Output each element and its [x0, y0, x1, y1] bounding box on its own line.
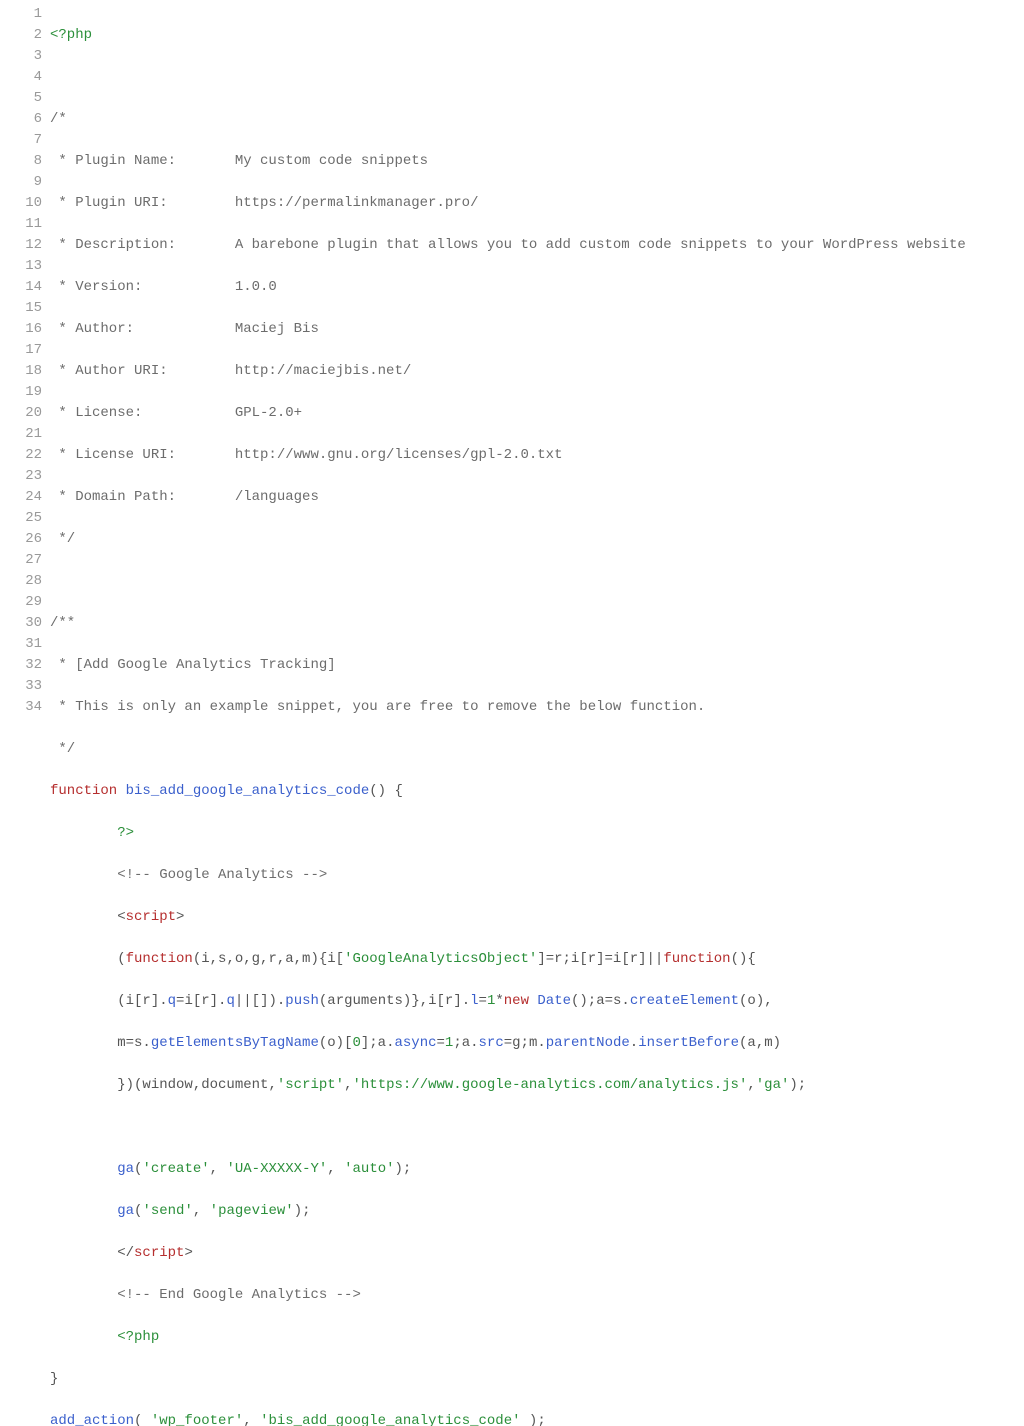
line-number: 25: [8, 508, 42, 529]
code-line: ​: [50, 67, 1024, 88]
line-number: 21: [8, 424, 42, 445]
line-number: 19: [8, 382, 42, 403]
line-number: 8: [8, 151, 42, 172]
code-line: ?>: [50, 823, 1024, 844]
code-line: * Author: Maciej Bis: [50, 319, 1024, 340]
line-number: 17: [8, 340, 42, 361]
line-number: 28: [8, 571, 42, 592]
line-number: 3: [8, 46, 42, 67]
line-number: 23: [8, 466, 42, 487]
code-line: * License URI: http://www.gnu.org/licens…: [50, 445, 1024, 466]
line-number: 30: [8, 613, 42, 634]
line-number: 7: [8, 130, 42, 151]
code-line: /**: [50, 613, 1024, 634]
line-number: 27: [8, 550, 42, 571]
code-editor: 1 2 3 4 5 6 7 8 9 10 11 12 13 14 15 16 1…: [0, 0, 1024, 1426]
line-number: 32: [8, 655, 42, 676]
line-number: 34: [8, 697, 42, 718]
line-number: 11: [8, 214, 42, 235]
line-number: 2: [8, 25, 42, 46]
line-number: 6: [8, 109, 42, 130]
code-line: }: [50, 1369, 1024, 1390]
line-number: 20: [8, 403, 42, 424]
line-number: 24: [8, 487, 42, 508]
code-line: })(window,document,'script','https://www…: [50, 1075, 1024, 1096]
code-line: ga('send', 'pageview');: [50, 1201, 1024, 1222]
line-number: 14: [8, 277, 42, 298]
line-number: 31: [8, 634, 42, 655]
line-number: 4: [8, 67, 42, 88]
code-line: * [Add Google Analytics Tracking]: [50, 655, 1024, 676]
code-line: function bis_add_google_analytics_code()…: [50, 781, 1024, 802]
code-line: * Description: A barebone plugin that al…: [50, 235, 1024, 256]
line-number: 29: [8, 592, 42, 613]
code-line: ga('create', 'UA-XXXXX-Y', 'auto');: [50, 1159, 1024, 1180]
code-line: */: [50, 739, 1024, 760]
code-line: ​: [50, 1117, 1024, 1138]
line-number: 33: [8, 676, 42, 697]
code-line: * Plugin Name: My custom code snippets: [50, 151, 1024, 172]
line-number-gutter: 1 2 3 4 5 6 7 8 9 10 11 12 13 14 15 16 1…: [0, 4, 50, 1426]
code-line: <?php: [50, 25, 1024, 46]
code-line: * Author URI: http://maciejbis.net/: [50, 361, 1024, 382]
code-line: * Domain Path: /languages: [50, 487, 1024, 508]
code-line: add_action( 'wp_footer', 'bis_add_google…: [50, 1411, 1024, 1426]
line-number: 15: [8, 298, 42, 319]
line-number: 12: [8, 235, 42, 256]
line-number: 1: [8, 4, 42, 25]
code-line: * This is only an example snippet, you a…: [50, 697, 1024, 718]
code-line: * Version: 1.0.0: [50, 277, 1024, 298]
code-area[interactable]: <?php ​ /* * Plugin Name: My custom code…: [50, 4, 1024, 1426]
code-line: <?php: [50, 1327, 1024, 1348]
php-open-tag: <?php: [50, 27, 92, 43]
line-number: 26: [8, 529, 42, 550]
line-number: 10: [8, 193, 42, 214]
line-number: 22: [8, 445, 42, 466]
code-line: (i[r].q=i[r].q||[]).push(arguments)},i[r…: [50, 991, 1024, 1012]
code-line: ​: [50, 571, 1024, 592]
code-line: /*: [50, 109, 1024, 130]
code-line: * Plugin URI: https://permalinkmanager.p…: [50, 193, 1024, 214]
code-line: <script>: [50, 907, 1024, 928]
line-number: 9: [8, 172, 42, 193]
code-line: </script>: [50, 1243, 1024, 1264]
code-line: m=s.getElementsByTagName(o)[0];a.async=1…: [50, 1033, 1024, 1054]
line-number: 5: [8, 88, 42, 109]
line-number: 16: [8, 319, 42, 340]
code-line: (function(i,s,o,g,r,a,m){i['GoogleAnalyt…: [50, 949, 1024, 970]
code-line: * License: GPL-2.0+: [50, 403, 1024, 424]
code-line: */: [50, 529, 1024, 550]
code-line: <!-- End Google Analytics -->: [50, 1285, 1024, 1306]
code-line: <!-- Google Analytics -->: [50, 865, 1024, 886]
line-number: 13: [8, 256, 42, 277]
line-number: 18: [8, 361, 42, 382]
